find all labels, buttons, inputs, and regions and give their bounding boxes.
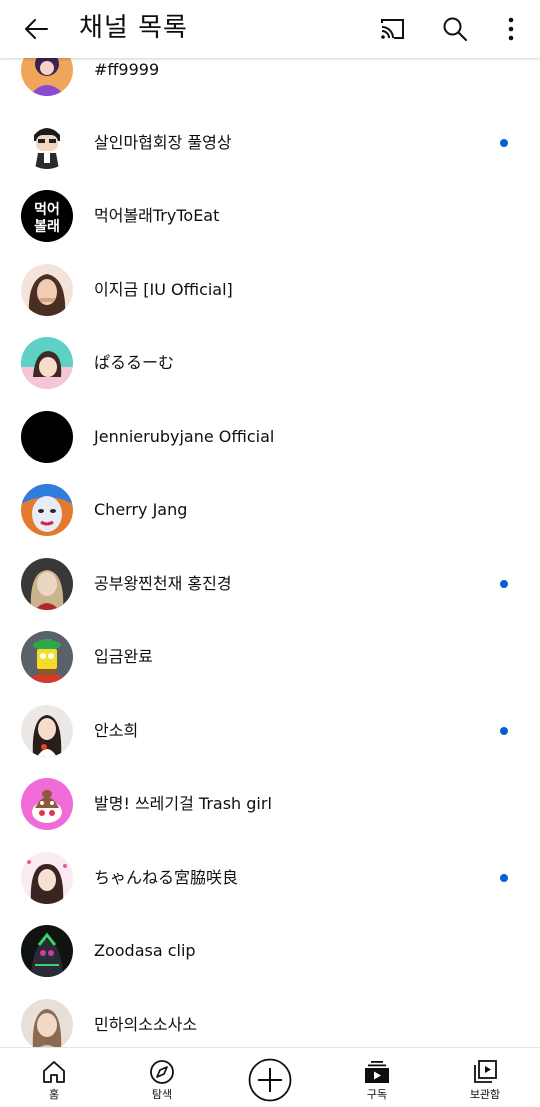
channel-name: Jennierubyjane Official	[94, 427, 275, 446]
more-vertical-icon	[508, 17, 514, 41]
channel-name: ちゃんねる宮脇咲良	[94, 868, 239, 887]
cast-icon	[381, 19, 404, 39]
channel-row-10[interactable]: 발명! 쓰레기걸 Trash girl	[0, 767, 540, 840]
bottom-navigation: 홈 탐색 구독 보관함	[0, 1047, 540, 1107]
channel-name: Cherry Jang	[94, 500, 188, 519]
new-content-dot	[500, 874, 508, 882]
channel-avatar	[21, 264, 73, 316]
channel-row-6[interactable]: Cherry Jang	[0, 473, 540, 546]
channel-avatar	[21, 999, 73, 1047]
channel-avatar	[21, 852, 73, 904]
avatar-logo-text: 먹어	[34, 201, 60, 218]
channel-name: #ff9999	[94, 60, 160, 79]
channel-avatar: 먹어 볼래	[21, 190, 73, 242]
new-content-dot	[500, 727, 508, 735]
page-title: 채널 목록	[79, 13, 188, 43]
new-content-dot	[500, 139, 508, 147]
library-icon	[474, 1060, 497, 1083]
channel-name: 살인마협회장 풀영상	[94, 133, 232, 152]
channel-row-2[interactable]: 먹어 볼래 먹어볼래TryToEat	[0, 179, 540, 252]
add-circle-icon	[248, 1058, 292, 1102]
channel-row-4[interactable]: ぱるるーむ	[0, 326, 540, 399]
channel-avatar	[21, 705, 73, 757]
compass-icon	[150, 1060, 174, 1084]
channel-row-12[interactable]: Zoodasa clip	[0, 914, 540, 987]
channel-list[interactable]: #ff9999 살인마협회장 풀영상 먹어 볼래 먹어볼래TryToEat 이지…	[0, 0, 540, 1047]
channel-name: 입금완료	[94, 647, 153, 666]
cast-button[interactable]	[372, 9, 412, 49]
nav-explore[interactable]: 탐색	[117, 1048, 207, 1107]
channel-avatar	[21, 631, 73, 683]
channel-row-9[interactable]: 안소희	[0, 694, 540, 767]
channel-avatar	[21, 117, 73, 169]
home-icon	[43, 1061, 65, 1083]
channel-name: 공부왕찐천재 홍진경	[94, 574, 232, 593]
subscriptions-icon	[365, 1061, 389, 1083]
nav-explore-label: 탐색	[151, 1088, 173, 1101]
back-button[interactable]	[16, 9, 56, 49]
avatar-logo-text: 볼래	[34, 219, 60, 235]
nav-home-label: 홈	[48, 1088, 60, 1101]
create-button[interactable]	[248, 1058, 292, 1102]
channel-name: ぱるるーむ	[94, 353, 175, 372]
channel-name: 발명! 쓰레기걸 Trash girl	[94, 794, 272, 813]
new-content-dot	[500, 580, 508, 588]
channel-name: 이지금 [IU Official]	[94, 280, 233, 299]
channel-row-13[interactable]: 민하의소소사소	[0, 988, 540, 1047]
search-icon	[443, 17, 467, 41]
channel-row-8[interactable]: 입금완료	[0, 620, 540, 693]
nav-home[interactable]: 홈	[9, 1048, 99, 1107]
channel-name: Zoodasa clip	[94, 941, 196, 960]
channel-row-1[interactable]: 살인마협회장 풀영상	[0, 106, 540, 179]
channel-row-5[interactable]: Jennierubyjane Official	[0, 400, 540, 473]
channel-avatar	[21, 411, 73, 463]
channel-avatar	[21, 558, 73, 610]
nav-library-label: 보관함	[469, 1088, 501, 1101]
arrow-left-icon	[25, 19, 48, 39]
top-app-bar: 채널 목록	[0, 0, 540, 58]
app: #ff9999 살인마협회장 풀영상 먹어 볼래 먹어볼래TryToEat 이지…	[0, 0, 540, 1107]
nav-subscriptions-label: 구독	[366, 1088, 388, 1101]
nav-subscriptions[interactable]: 구독	[332, 1048, 422, 1107]
channel-avatar	[21, 484, 73, 536]
channel-row-3[interactable]: 이지금 [IU Official]	[0, 253, 540, 326]
channel-avatar	[21, 337, 73, 389]
channel-name: 민하의소소사소	[94, 1015, 198, 1034]
more-options-button[interactable]	[491, 9, 531, 49]
search-button[interactable]	[435, 9, 475, 49]
channel-row-11[interactable]: ちゃんねる宮脇咲良	[0, 841, 540, 914]
channel-avatar	[21, 925, 73, 977]
channel-avatar	[21, 778, 73, 830]
channel-name: 안소희	[94, 721, 139, 740]
nav-library[interactable]: 보관함	[440, 1048, 530, 1107]
channel-name: 먹어볼래TryToEat	[94, 206, 220, 225]
channel-row-7[interactable]: 공부왕찐천재 홍진경	[0, 547, 540, 620]
